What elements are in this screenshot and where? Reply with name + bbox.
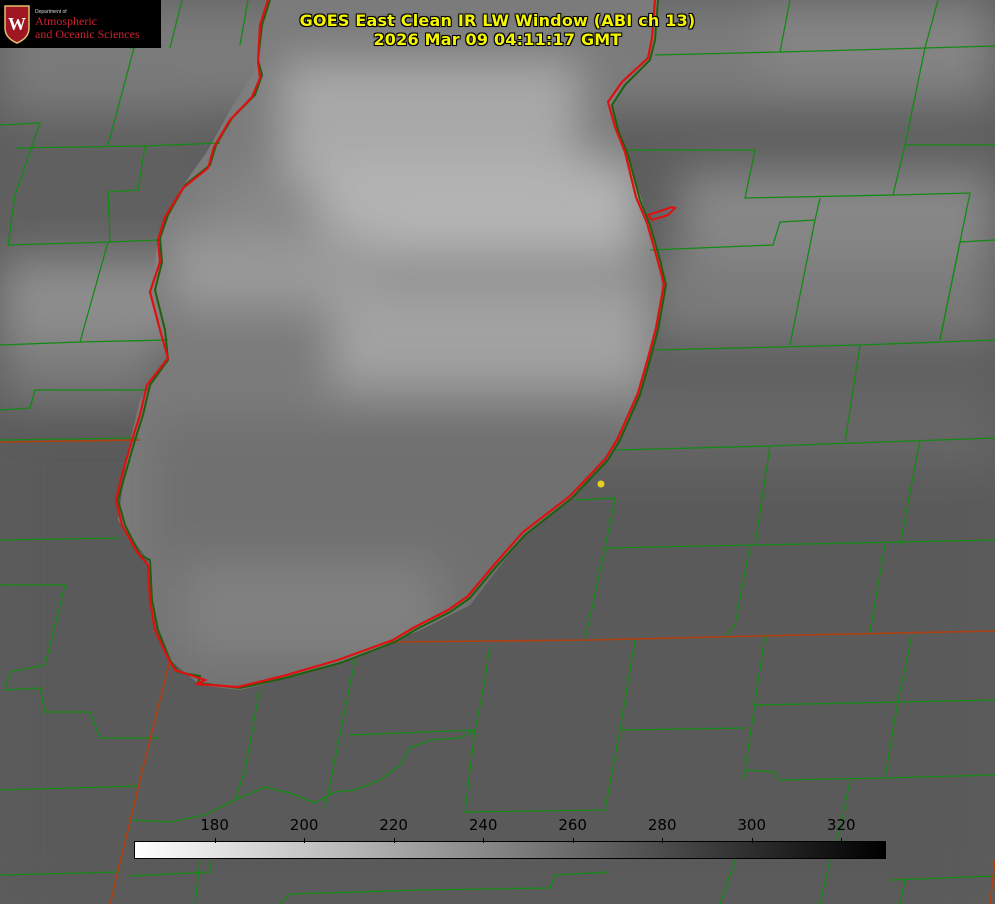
satellite-map	[0, 0, 995, 904]
temperature-colorbar	[134, 841, 886, 859]
colorbar-tick-mark	[662, 838, 664, 843]
colorbar-tick-mark	[393, 838, 395, 843]
colorbar-tick-label: 280	[647, 816, 677, 834]
colorbar-tick-label: 200	[289, 816, 319, 834]
colorbar-tick-label: 260	[558, 816, 587, 834]
colorbar-tick-label: 180	[200, 816, 229, 834]
image-title: GOES East Clean IR LW Window (ABI ch 13)	[299, 11, 696, 30]
station-dot-icon	[597, 480, 605, 488]
image-timestamp: 2026 Mar 09 04:11:17 GMT	[373, 30, 622, 49]
satellite-image-viewer: W Department of Atmospheric and Oceanic …	[0, 0, 995, 904]
colorbar-tick-label: 300	[737, 816, 767, 834]
colorbar-tick-mark	[841, 838, 843, 843]
colorbar-tick-label: 240	[468, 816, 498, 834]
colorbar-tick-mark	[304, 838, 306, 843]
colorbar-tick-mark	[751, 838, 753, 843]
colorbar-tick-label: 220	[379, 816, 408, 834]
colorbar-tick-label: 320	[826, 816, 856, 834]
colorbar-tick-mark	[214, 838, 216, 843]
colorbar-tick-mark	[483, 838, 485, 843]
colorbar-tick-mark	[572, 838, 574, 843]
